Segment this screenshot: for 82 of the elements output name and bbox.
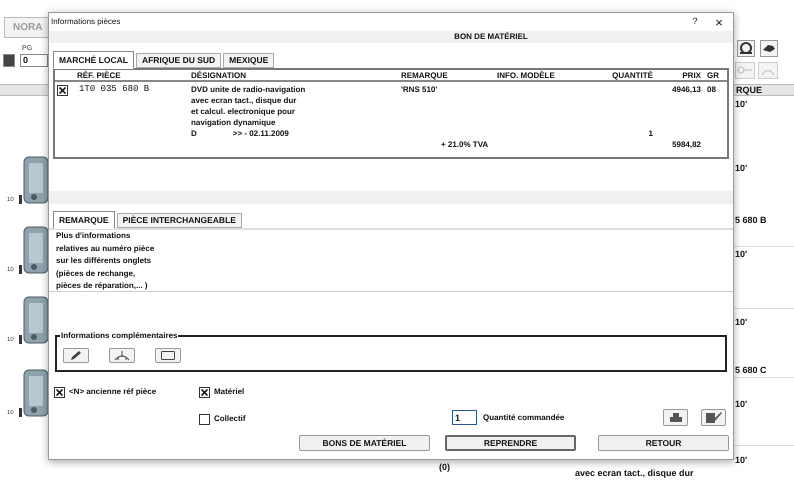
dialog-button[interactable]: BONS DE MATÉRIEL — [299, 435, 430, 451]
screw-icon — [18, 408, 23, 417]
check-mark-icon — [56, 388, 63, 396]
column-header: DÉSIGNATION — [191, 70, 247, 82]
dropdown-button[interactable] — [3, 54, 15, 67]
table-cell-text: 'RNS 510' — [401, 84, 438, 95]
section-title: BON DE MATÉRIEL — [453, 31, 528, 43]
pencil-button[interactable] — [63, 348, 89, 363]
table-cell-text: 5 680 C — [735, 364, 767, 377]
table-cell-text: 10' — [735, 454, 748, 467]
tab[interactable]: REMARQUE — [53, 211, 115, 229]
table-cell-text: DVD unite de radio-navigation — [191, 84, 306, 95]
column-header: PRIX — [681, 70, 701, 82]
remark-text: Plus d'informations — [56, 230, 132, 242]
table-cell: 4946,13 — [672, 85, 701, 94]
column-header: RQUE — [736, 84, 762, 97]
tab[interactable]: AFRIQUE DU SUD — [136, 53, 222, 68]
table-cell: 5984,82 — [672, 140, 701, 149]
hands-icon — [760, 40, 778, 57]
group-title: Informations complémentaires — [60, 330, 178, 342]
checkbox[interactable] — [57, 85, 68, 96]
field-label: Quantité commandée — [483, 412, 564, 424]
checkbox-label: Collectif — [214, 413, 246, 425]
car-lift-icon — [114, 350, 130, 361]
screw-icon — [18, 265, 23, 274]
checkbox[interactable] — [199, 414, 210, 424]
tab[interactable]: MARCHÉ LOCAL — [53, 51, 134, 69]
check-mark-icon — [201, 388, 208, 396]
table-cell-text: (0) — [439, 461, 450, 474]
pencil-icon — [68, 350, 84, 361]
screw-icon — [18, 335, 23, 344]
table-cell: D — [191, 128, 197, 139]
remark-text: relatives au numéro pièce — [56, 242, 156, 255]
table-cell-text: 10' — [735, 248, 748, 261]
help-button[interactable]: ? — [683, 15, 707, 29]
screw-icon — [18, 195, 23, 204]
quantity-input[interactable]: 1 — [452, 410, 477, 425]
tab[interactable]: PIÈCE INTERCHANGEABLE — [116, 213, 242, 228]
remark-text: (pièces de rechange, — [56, 268, 136, 280]
edit-button[interactable] — [701, 409, 726, 426]
tab[interactable]: MEXIQUE — [223, 53, 274, 68]
column-header: RÉF. PIÈCE — [77, 70, 122, 82]
frame-button[interactable] — [155, 348, 181, 363]
check-mark-icon — [59, 87, 66, 94]
table-cell-text: 10' — [735, 316, 748, 329]
dropdown[interactable]: 0 — [20, 54, 48, 67]
checkbox-label: <N> ancienne réf pièce — [69, 386, 156, 398]
table-cell-text: et calcul. electronique pour — [191, 106, 296, 117]
checkbox[interactable] — [54, 386, 65, 398]
table-cell-text: 1 — [648, 128, 653, 139]
header-bar — [734, 84, 794, 96]
car-lift-icon — [758, 62, 778, 79]
table-cell-text: 10' — [735, 98, 748, 111]
table-cell: + 21.0% TVA — [441, 140, 488, 149]
note-pencil-icon — [706, 412, 722, 423]
car-lift-button[interactable] — [109, 348, 135, 363]
table-cell: avec ecran tact., disque dur — [575, 467, 694, 480]
remark-text: pièces de réparation,... ) — [56, 280, 149, 292]
close-button[interactable]: × — [707, 16, 731, 28]
checkbox-label: Matériel — [214, 386, 244, 398]
table-cell-text: navigation dynamique — [191, 117, 276, 128]
header-bar — [0, 84, 48, 96]
frame-icon — [160, 350, 176, 361]
column-header: QUANTITÉ — [611, 70, 653, 82]
gauge-icon — [737, 40, 755, 57]
table-cell-text: avec ecran tact., disque dur — [191, 95, 298, 106]
dialog-button[interactable]: RETOUR — [598, 435, 729, 451]
table-cell-text: 5 680 B — [735, 214, 767, 227]
column-header: INFO. MODÈLE — [497, 70, 556, 82]
remark-text: sur les différents onglets — [56, 255, 152, 267]
table-cell-text: 10' — [735, 398, 748, 411]
table-cell: 08 — [707, 85, 716, 94]
printer-icon — [670, 412, 682, 422]
column-header: GR — [706, 70, 720, 82]
table-cell-text: 10' — [735, 162, 748, 175]
column-header: REMARQUE — [401, 70, 449, 82]
window-title: Informations pièces — [51, 16, 122, 28]
dialog-button[interactable]: REPRENDRE — [445, 435, 576, 451]
table-cell: >> - 02.11.2009 — [232, 128, 289, 139]
checkbox[interactable] — [199, 386, 210, 398]
part-number: 1T0 035 680 B — [78, 84, 150, 96]
print-button[interactable] — [663, 409, 688, 426]
